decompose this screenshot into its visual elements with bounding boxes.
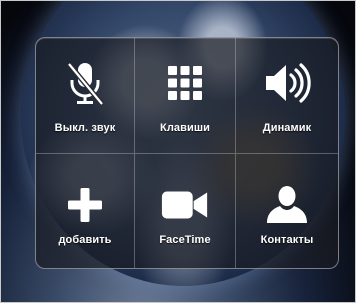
mute-label: Выкл. звук (54, 122, 116, 134)
contacts-person-icon (262, 180, 312, 230)
keypad-icon (160, 58, 210, 108)
in-call-screen: Выкл. звук Клавиши Динамик добавить Face… (0, 0, 356, 303)
facetime-label: FaceTime (159, 234, 211, 246)
add-call-label: добавить (58, 234, 112, 246)
speaker-icon (262, 58, 312, 108)
contacts-label: Контакты (260, 234, 314, 246)
speaker-label: Динамик (262, 122, 312, 134)
mute-button[interactable]: Выкл. звук (36, 38, 135, 154)
keypad-button[interactable]: Клавиши (135, 38, 236, 154)
facetime-button[interactable]: FaceTime (135, 154, 236, 268)
speaker-button[interactable]: Динамик (236, 38, 338, 154)
mute-microphone-icon (60, 58, 110, 108)
call-controls-panel: Выкл. звук Клавиши Динамик добавить Face… (35, 37, 339, 269)
add-call-icon (60, 180, 110, 230)
add-call-button[interactable]: добавить (36, 154, 135, 268)
keypad-label: Клавиши (160, 122, 210, 134)
contacts-button[interactable]: Контакты (236, 154, 338, 268)
facetime-camera-icon (160, 180, 210, 230)
